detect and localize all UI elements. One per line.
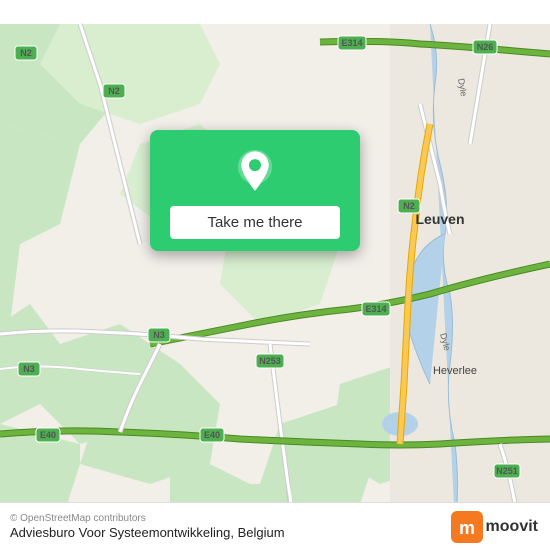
svg-text:N2: N2 [403,201,415,211]
take-me-there-button[interactable]: Take me there [170,206,340,239]
moovit-icon: m [451,511,483,543]
bottom-bar: © OpenStreetMap contributors Adviesburo … [0,502,550,550]
location-card: Take me there [150,130,360,251]
svg-text:m: m [459,518,475,538]
svg-text:N3: N3 [23,364,35,374]
location-name: Adviesburo Voor Systeemontwikkeling, Bel… [10,525,285,540]
svg-text:N3: N3 [153,330,165,340]
svg-text:Heverlee: Heverlee [433,365,477,377]
svg-text:N2: N2 [20,48,32,58]
svg-text:Leuven: Leuven [415,211,464,227]
bottom-info: © OpenStreetMap contributors Adviesburo … [10,513,285,540]
svg-text:E314: E314 [341,38,362,48]
copyright-text: © OpenStreetMap contributors [10,513,285,524]
svg-text:N26: N26 [477,42,494,52]
moovit-logo: m moovit [451,511,538,543]
svg-text:E40: E40 [40,430,56,440]
map-container: N2 N2 N2 E314 N26 E314 N3 N3 N253 E40 E4… [0,0,550,550]
svg-text:E314: E314 [365,304,386,314]
svg-text:N253: N253 [259,356,281,366]
svg-text:E40: E40 [204,430,220,440]
moovit-text: moovit [486,518,538,536]
location-pin-icon [231,148,279,196]
svg-text:N2: N2 [108,86,120,96]
svg-text:N251: N251 [496,466,518,476]
